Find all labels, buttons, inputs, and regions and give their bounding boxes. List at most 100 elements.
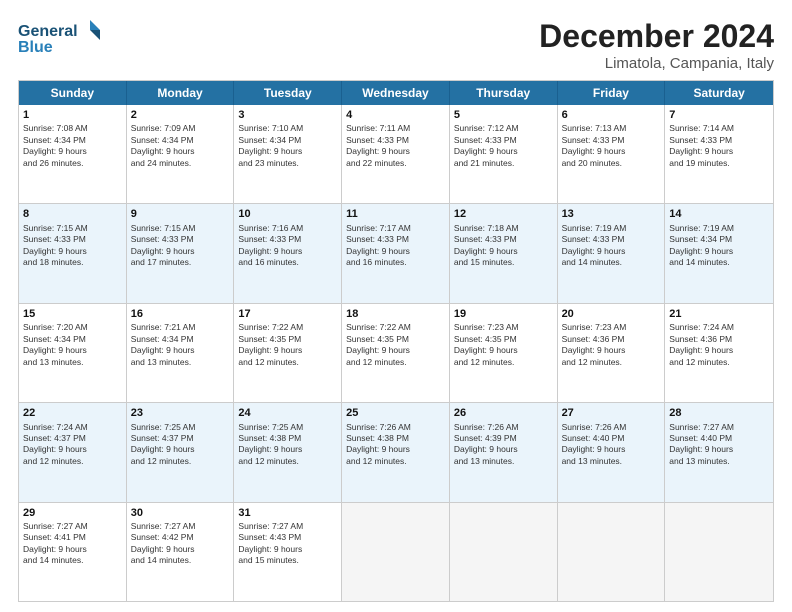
calendar-row: 15Sunrise: 7:20 AM Sunset: 4:34 PM Dayli… — [19, 303, 773, 402]
day-number: 16 — [131, 307, 230, 321]
calendar-body: 1Sunrise: 7:08 AM Sunset: 4:34 PM Daylig… — [19, 105, 773, 601]
day-info: Sunrise: 7:15 AM Sunset: 4:33 PM Dayligh… — [23, 223, 122, 269]
day-number: 4 — [346, 108, 445, 122]
day-number: 27 — [562, 406, 661, 420]
calendar-cell: 21Sunrise: 7:24 AM Sunset: 4:36 PM Dayli… — [665, 304, 773, 402]
day-info: Sunrise: 7:16 AM Sunset: 4:33 PM Dayligh… — [238, 223, 337, 269]
day-number: 20 — [562, 307, 661, 321]
calendar-cell: 24 Sunrise: 7:25 AM Sunset: 4:38 PM Dayli… — [234, 403, 342, 501]
location: Limatola, Campania, Italy — [539, 55, 774, 72]
day-info: Sunrise: 7:17 AM Sunset: 4:33 PM Dayligh… — [346, 223, 445, 269]
calendar-cell: 26 Sunrise: 7:26 AM Sunset: 4:39 PM Dayli… — [450, 403, 558, 501]
calendar-cell: 27 Sunrise: 7:26 AM Sunset: 4:40 PM Dayli… — [558, 403, 666, 501]
day-info: Sunrise: 7:23 AM Sunset: 4:36 PM Dayligh… — [562, 322, 661, 368]
day-info: Sunrise: 7:18 AM Sunset: 4:33 PM Dayligh… — [454, 223, 553, 269]
svg-text:Blue: Blue — [18, 39, 53, 56]
weekday-header: Monday — [127, 81, 235, 105]
day-info: Sunrise: 7:19 AM Sunset: 4:34 PM Dayligh… — [669, 223, 769, 269]
calendar-cell — [558, 503, 666, 601]
calendar-cell: 19Sunrise: 7:23 AM Sunset: 4:35 PM Dayli… — [450, 304, 558, 402]
day-info: Sunrise: 7:13 AM Sunset: 4:33 PM Dayligh… — [562, 123, 661, 169]
day-info: Sunrise: 7:19 AM Sunset: 4:33 PM Dayligh… — [562, 223, 661, 269]
day-info: Sunrise: 7:20 AM Sunset: 4:34 PM Dayligh… — [23, 322, 122, 368]
page: General Blue December 2024 Limatola, Cam… — [0, 0, 792, 612]
day-number: 30 — [131, 506, 230, 520]
weekday-header: Thursday — [450, 81, 558, 105]
month-title: December 2024 — [539, 18, 774, 55]
day-info: Sunrise: 7:21 AM Sunset: 4:34 PM Dayligh… — [131, 322, 230, 368]
day-info: Sunrise: 7:27 AM Sunset: 4:41 PM Dayligh… — [23, 521, 122, 567]
day-info: Sunrise: 7:25 AM Sunset: 4:38 PM Dayligh… — [238, 422, 337, 468]
day-number: 2 — [131, 108, 230, 122]
calendar-row: 1Sunrise: 7:08 AM Sunset: 4:34 PM Daylig… — [19, 105, 773, 203]
day-number: 21 — [669, 307, 769, 321]
calendar-cell: 30Sunrise: 7:27 AM Sunset: 4:42 PM Dayli… — [127, 503, 235, 601]
day-number: 11 — [346, 207, 445, 221]
day-info: Sunrise: 7:26 AM Sunset: 4:39 PM Dayligh… — [454, 422, 553, 468]
day-number: 25 — [346, 406, 445, 420]
day-info: Sunrise: 7:26 AM Sunset: 4:40 PM Dayligh… — [562, 422, 661, 468]
calendar-cell: 16Sunrise: 7:21 AM Sunset: 4:34 PM Dayli… — [127, 304, 235, 402]
weekday-header: Sunday — [19, 81, 127, 105]
weekday-header: Saturday — [665, 81, 773, 105]
day-info: Sunrise: 7:24 AM Sunset: 4:36 PM Dayligh… — [669, 322, 769, 368]
calendar-cell: 5Sunrise: 7:12 AM Sunset: 4:33 PM Daylig… — [450, 105, 558, 203]
calendar-cell: 31Sunrise: 7:27 AM Sunset: 4:43 PM Dayli… — [234, 503, 342, 601]
day-number: 22 — [23, 406, 122, 420]
calendar-cell: 6Sunrise: 7:13 AM Sunset: 4:33 PM Daylig… — [558, 105, 666, 203]
day-number: 23 — [131, 406, 230, 420]
day-info: Sunrise: 7:08 AM Sunset: 4:34 PM Dayligh… — [23, 123, 122, 169]
calendar-cell: 25 Sunrise: 7:26 AM Sunset: 4:38 PM Dayli… — [342, 403, 450, 501]
day-number: 19 — [454, 307, 553, 321]
day-info: Sunrise: 7:27 AM Sunset: 4:42 PM Dayligh… — [131, 521, 230, 567]
day-number: 3 — [238, 108, 337, 122]
calendar-cell: 10 Sunrise: 7:16 AM Sunset: 4:33 PM Dayli… — [234, 204, 342, 302]
calendar-cell: 18Sunrise: 7:22 AM Sunset: 4:35 PM Dayli… — [342, 304, 450, 402]
day-info: Sunrise: 7:25 AM Sunset: 4:37 PM Dayligh… — [131, 422, 230, 468]
title-area: December 2024 Limatola, Campania, Italy — [539, 18, 774, 72]
calendar-cell: 14 Sunrise: 7:19 AM Sunset: 4:34 PM Dayli… — [665, 204, 773, 302]
day-number: 5 — [454, 108, 553, 122]
calendar-row: 29Sunrise: 7:27 AM Sunset: 4:41 PM Dayli… — [19, 502, 773, 601]
day-number: 10 — [238, 207, 337, 221]
day-info: Sunrise: 7:22 AM Sunset: 4:35 PM Dayligh… — [238, 322, 337, 368]
day-number: 28 — [669, 406, 769, 420]
weekday-header: Wednesday — [342, 81, 450, 105]
day-number: 6 — [562, 108, 661, 122]
calendar-row: 22 Sunrise: 7:24 AM Sunset: 4:37 PM Dayli… — [19, 402, 773, 501]
weekday-header: Friday — [558, 81, 666, 105]
calendar-cell: 29Sunrise: 7:27 AM Sunset: 4:41 PM Dayli… — [19, 503, 127, 601]
calendar-cell — [665, 503, 773, 601]
day-info: Sunrise: 7:24 AM Sunset: 4:37 PM Dayligh… — [23, 422, 122, 468]
calendar-cell: 15Sunrise: 7:20 AM Sunset: 4:34 PM Dayli… — [19, 304, 127, 402]
day-info: Sunrise: 7:26 AM Sunset: 4:38 PM Dayligh… — [346, 422, 445, 468]
calendar-cell: 23 Sunrise: 7:25 AM Sunset: 4:37 PM Dayli… — [127, 403, 235, 501]
day-number: 12 — [454, 207, 553, 221]
calendar-cell: 7Sunrise: 7:14 AM Sunset: 4:33 PM Daylig… — [665, 105, 773, 203]
calendar: SundayMondayTuesdayWednesdayThursdayFrid… — [18, 80, 774, 602]
day-number: 14 — [669, 207, 769, 221]
svg-text:General: General — [18, 23, 78, 40]
calendar-cell: 3Sunrise: 7:10 AM Sunset: 4:34 PM Daylig… — [234, 105, 342, 203]
day-number: 9 — [131, 207, 230, 221]
day-info: Sunrise: 7:27 AM Sunset: 4:43 PM Dayligh… — [238, 521, 337, 567]
day-number: 31 — [238, 506, 337, 520]
day-info: Sunrise: 7:27 AM Sunset: 4:40 PM Dayligh… — [669, 422, 769, 468]
day-info: Sunrise: 7:11 AM Sunset: 4:33 PM Dayligh… — [346, 123, 445, 169]
day-number: 24 — [238, 406, 337, 420]
calendar-header: SundayMondayTuesdayWednesdayThursdayFrid… — [19, 81, 773, 105]
day-number: 26 — [454, 406, 553, 420]
calendar-cell: 4Sunrise: 7:11 AM Sunset: 4:33 PM Daylig… — [342, 105, 450, 203]
calendar-cell: 2Sunrise: 7:09 AM Sunset: 4:34 PM Daylig… — [127, 105, 235, 203]
day-info: Sunrise: 7:12 AM Sunset: 4:33 PM Dayligh… — [454, 123, 553, 169]
calendar-cell: 17Sunrise: 7:22 AM Sunset: 4:35 PM Dayli… — [234, 304, 342, 402]
calendar-cell: 11 Sunrise: 7:17 AM Sunset: 4:33 PM Dayli… — [342, 204, 450, 302]
day-info: Sunrise: 7:10 AM Sunset: 4:34 PM Dayligh… — [238, 123, 337, 169]
logo-icon: General Blue — [18, 18, 108, 58]
day-number: 18 — [346, 307, 445, 321]
calendar-cell: 1Sunrise: 7:08 AM Sunset: 4:34 PM Daylig… — [19, 105, 127, 203]
calendar-cell: 8Sunrise: 7:15 AM Sunset: 4:33 PM Daylig… — [19, 204, 127, 302]
day-number: 17 — [238, 307, 337, 321]
day-number: 13 — [562, 207, 661, 221]
day-number: 15 — [23, 307, 122, 321]
